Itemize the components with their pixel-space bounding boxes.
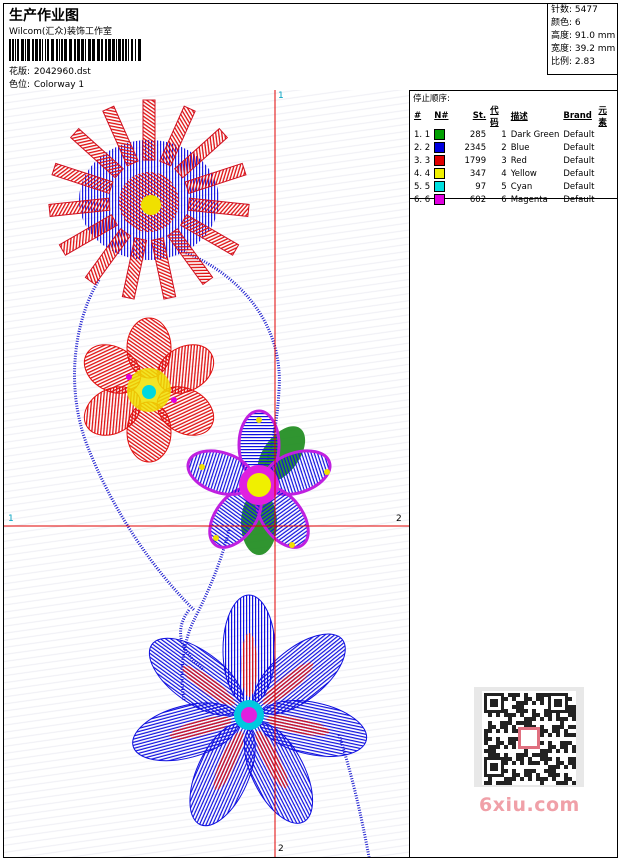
production-sheet: 生产作业图 Wilcom(汇众)装饰工作室 花版: 2042960.dst 色位…: [3, 3, 618, 858]
pattern-line: 花版: 2042960.dst: [9, 64, 91, 77]
row-brand: Default: [563, 129, 595, 140]
sequence-row: 1. 1 285 1 Dark Green Default: [412, 128, 617, 141]
row-code: 6: [501, 194, 507, 205]
color-count: 颜色: 6: [551, 18, 581, 28]
row-stitches: 1799: [464, 155, 487, 166]
colorway-label: 色位:: [9, 80, 31, 90]
bottom-flower: [132, 594, 368, 827]
row-swatch: [432, 167, 462, 180]
row-swatch: [432, 141, 462, 154]
row-swatch: [432, 154, 462, 167]
sequence-row: 2. 2 2345 2 Blue Default: [412, 141, 617, 154]
col-element: 元素: [598, 106, 607, 128]
pattern-value: 2042960.dst: [33, 67, 91, 77]
sheet-title: 生产作业图: [9, 8, 79, 24]
sequence-caption: 停止顺序:: [413, 94, 450, 104]
row-code: 5: [501, 181, 507, 192]
site-watermark: 6xiu.com: [479, 794, 580, 816]
color-swatch: [434, 142, 446, 153]
row-stitches: 2345: [464, 142, 487, 153]
design-scale: 比例: 2.83: [551, 57, 595, 67]
design-stats: 针数: 5477 颜色: 6 高度: 91.0 mm 宽度: 39.2 mm 比…: [547, 4, 618, 75]
row-brand: Default: [563, 194, 595, 205]
v-axis-end-label: 2: [278, 844, 284, 854]
col-stitches: St.: [472, 111, 487, 121]
row-stitches: 602: [469, 194, 487, 205]
row-index: 6. 6: [414, 194, 431, 205]
row-desc: Yellow: [510, 168, 537, 179]
col-brand: Brand: [563, 111, 592, 121]
top-flower: [48, 99, 250, 300]
color-swatch: [434, 155, 446, 166]
row-code: 4: [501, 168, 507, 179]
qr-code: [474, 687, 584, 787]
h-axis-start-label: 1: [8, 514, 14, 524]
row-brand: Default: [563, 142, 595, 153]
col-desc: 描述: [510, 112, 528, 122]
design-preview: 1 2 1 2: [4, 90, 410, 857]
color-swatch: [434, 181, 446, 192]
sequence-header-row: # N# St. 代码 描述 Brand 元素: [412, 104, 617, 128]
row-brand: Default: [563, 181, 595, 192]
row-desc: Magenta: [510, 194, 548, 205]
row-stitches: 347: [469, 168, 487, 179]
colorway-line: 色位: Colorway 1: [9, 77, 84, 90]
color-sequence-table: # N# St. 代码 描述 Brand 元素 1. 1 285 1 Dark Gre…: [412, 104, 617, 206]
sequence-row: 3. 3 1799 3 Red Default: [412, 154, 617, 167]
company-name: Wilcom(汇众)装饰工作室: [9, 27, 112, 37]
color-swatch: [434, 168, 446, 179]
color-swatch: [434, 194, 446, 205]
embroidery-design: [4, 90, 409, 857]
row-index: 5. 5: [414, 181, 431, 192]
row-brand: Default: [563, 155, 595, 166]
row-index: 2. 2: [414, 142, 431, 153]
col-n: N#: [434, 111, 449, 121]
color-swatch: [434, 129, 446, 140]
row-element: [596, 180, 617, 193]
purple-flower: [186, 409, 332, 555]
row-element: [596, 193, 617, 206]
colorway-value: Colorway 1: [33, 80, 85, 90]
barcode: [9, 39, 141, 61]
v-axis-start-label: 1: [278, 91, 284, 101]
row-desc: Cyan: [510, 181, 533, 192]
row-swatch: [432, 128, 462, 141]
red-flower: [83, 317, 215, 463]
design-width: 宽度: 39.2 mm: [551, 44, 616, 54]
h-axis-end-label: 2: [396, 514, 402, 524]
row-index: 1. 1: [414, 129, 431, 140]
row-brand: Default: [563, 168, 595, 179]
row-element: [596, 141, 617, 154]
row-desc: Blue: [510, 142, 530, 153]
row-swatch: [432, 193, 462, 206]
row-stitches: 97: [475, 181, 487, 192]
row-desc: Dark Green: [510, 129, 560, 140]
row-element: [596, 154, 617, 167]
row-code: 1: [501, 129, 507, 140]
row-element: [596, 167, 617, 180]
row-code: 3: [501, 155, 507, 166]
row-element: [596, 128, 617, 141]
stitch-count: 针数: 5477: [551, 5, 598, 15]
stop-sequence: 停止顺序: # N# St. 代码 描述 Brand 元素 1. 1 285 1 Da…: [410, 90, 617, 205]
sequence-row: 4. 4 347 4 Yellow Default: [412, 167, 617, 180]
col-hash: #: [414, 111, 422, 121]
row-desc: Red: [510, 155, 527, 166]
row-index: 3. 3: [414, 155, 431, 166]
sheet-header: 生产作业图 Wilcom(汇众)装饰工作室 花版: 2042960.dst 色位…: [4, 4, 618, 91]
pattern-label: 花版:: [9, 67, 31, 77]
row-swatch: [432, 180, 462, 193]
row-code: 2: [501, 142, 507, 153]
sequence-row: 5. 5 97 5 Cyan Default: [412, 180, 617, 193]
row-index: 4. 4: [414, 168, 431, 179]
row-stitches: 285: [469, 129, 487, 140]
sequence-row: 6. 6 602 6 Magenta Default: [412, 193, 617, 206]
design-height: 高度: 91.0 mm: [551, 31, 616, 41]
col-code: 代码: [490, 106, 499, 128]
